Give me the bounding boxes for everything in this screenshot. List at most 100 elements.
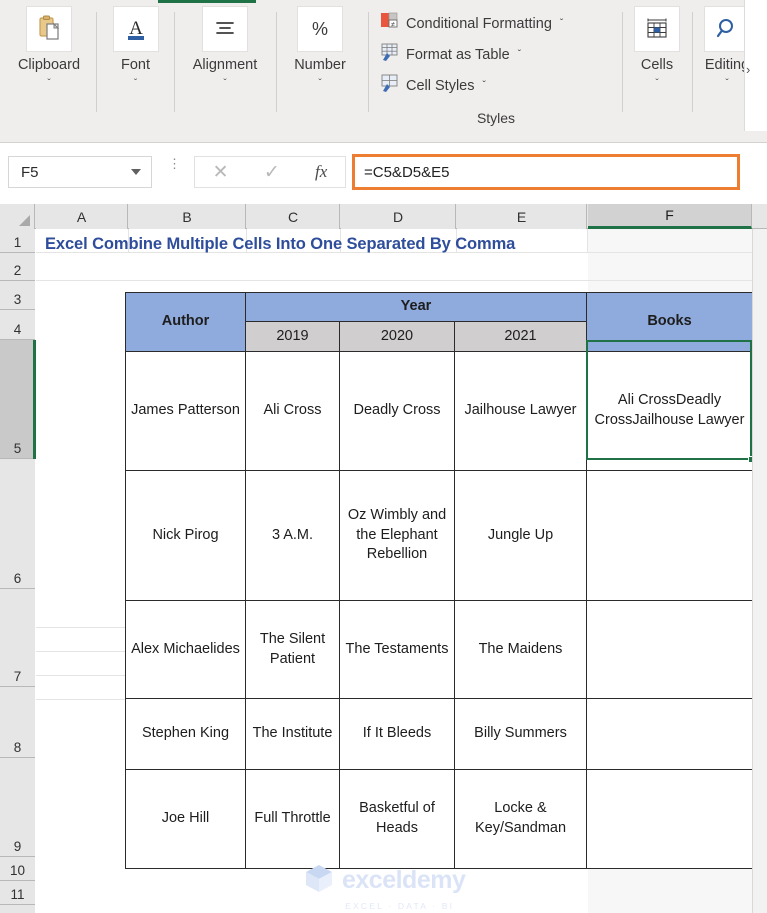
svg-text:%: % [312,19,328,39]
chevron-down-icon[interactable]: ˇ [560,18,563,29]
ribbon-expand-icon[interactable]: › [746,62,750,77]
table-row[interactable]: James Patterson Ali Cross Deadly Cross J… [125,351,753,471]
table-row[interactable]: Alex Michaelides The Silent Patient The … [125,600,753,699]
cell-author[interactable]: James Patterson [125,351,246,471]
cell-2020[interactable]: Basketful of Heads [339,769,455,869]
row-header-3[interactable]: 3 [0,281,35,310]
group-divider [174,12,175,112]
formula-bar-handle[interactable]: ⋮ [168,157,181,170]
chevron-down-icon[interactable]: ˇ [318,78,321,89]
cell-books[interactable] [586,470,753,601]
chevron-down-icon[interactable]: ˇ [518,49,521,60]
name-box[interactable]: F5 [8,156,152,188]
clipboard-icon[interactable] [26,6,72,52]
ribbon-group-clipboard[interactable]: Clipboard ˇ [10,6,88,128]
svg-text:A: A [129,18,143,39]
ribbon-group-number[interactable]: % Number ˇ [284,6,356,128]
percent-icon[interactable]: % [297,6,343,52]
row-header-7[interactable]: 7 [0,589,35,687]
exceldemy-wordmark: exceldemy [342,866,466,894]
formula-input[interactable]: =C5&D5&E5 [352,154,740,190]
cell-2019[interactable]: Full Throttle [245,769,340,869]
group-divider [622,12,623,112]
table-row[interactable]: Joe Hill Full Throttle Basketful of Head… [125,769,753,869]
table-row[interactable]: Stephen King The Institute If It Bleeds … [125,698,753,770]
format-as-table-button[interactable]: Format as Table ˇ [380,39,612,70]
column-header-a[interactable]: A [36,204,128,229]
chevron-down-icon[interactable]: ˇ [483,80,486,91]
ribbon-group-cells[interactable]: Cells ˇ [630,6,684,128]
row-header-5[interactable]: 5 [0,340,35,459]
column-header-e[interactable]: E [457,204,587,229]
chevron-down-icon[interactable]: ˇ [47,78,50,89]
cancel-formula-icon[interactable]: ✕ [213,161,229,184]
row-header-9[interactable]: 9 [0,758,35,857]
cell-books-f5[interactable]: Ali CrossDeadly CrossJailhouse Lawyer [586,351,753,471]
cell-2021[interactable]: Billy Summers [454,698,587,770]
chevron-down-icon[interactable]: ˇ [223,78,226,89]
header-2020: 2020 [339,321,455,352]
cell-author[interactable]: Stephen King [125,698,246,770]
ribbon-group-alignment[interactable]: Alignment ˇ [184,6,266,128]
header-books: Books [586,292,753,352]
cell-author[interactable]: Joe Hill [125,769,246,869]
column-header-bar: A B C D E F [0,204,767,229]
column-header-d[interactable]: D [341,204,456,229]
cell-2021[interactable]: Locke & Key/Sandman [454,769,587,869]
cell-2019[interactable]: The Institute [245,698,340,770]
table-row[interactable]: Nick Pirog 3 A.M. Oz Wimbly and the Elep… [125,470,753,601]
conditional-formatting-button[interactable]: ≠ Conditional Formatting ˇ [380,8,612,39]
row-header-4[interactable]: 4 [0,310,35,340]
cell-2021[interactable]: Jailhouse Lawyer [454,351,587,471]
font-letter-a-icon[interactable]: A [112,6,159,52]
row-header-12[interactable]: 12 [0,905,35,913]
cell-styles-button[interactable]: Cell Styles ˇ [380,70,612,101]
row-header-1[interactable]: 1 [0,229,35,253]
row-header-2[interactable]: 2 [0,253,35,281]
column-header-b[interactable]: B [129,204,246,229]
books-table: Author Year Books 2019 2020 2021 James P… [125,292,753,869]
cells-table-icon[interactable] [634,6,680,52]
chevron-down-icon[interactable]: ˇ [725,78,728,89]
ribbon-group-label: Cells [640,57,674,73]
cell-author[interactable]: Alex Michaelides [125,600,246,699]
column-header-f[interactable]: F [588,204,752,229]
chevron-down-icon[interactable] [131,169,141,175]
conditional-formatting-label: Conditional Formatting [406,15,552,32]
cell-2020[interactable]: Deadly Cross [339,351,455,471]
ribbon-group-label: Font [120,57,150,73]
cell-2019[interactable]: The Silent Patient [245,600,340,699]
cell-2020[interactable]: Oz Wimbly and the Elephant Rebellion [339,470,455,601]
worksheet-grid[interactable]: Excel Combine Multiple Cells Into One Se… [36,229,755,913]
align-lines-icon[interactable] [202,6,248,52]
cell-books[interactable] [586,600,753,699]
cell-books[interactable] [586,769,753,869]
column-header-c[interactable]: C [247,204,340,229]
chevron-down-icon[interactable]: ˇ [655,78,658,89]
select-all-button[interactable] [0,204,35,229]
cell-2019[interactable]: Ali Cross [245,351,340,471]
enter-formula-icon[interactable]: ✓ [264,161,280,184]
cell-author[interactable]: Nick Pirog [125,470,246,601]
cell-2020[interactable]: If It Bleeds [339,698,455,770]
cell-styles-label: Cell Styles [406,77,475,94]
format-as-table-icon [380,42,400,67]
cell-2019[interactable]: 3 A.M. [245,470,340,601]
insert-function-icon[interactable]: fx [315,162,327,182]
group-divider [692,12,693,112]
row-header-6[interactable]: 6 [0,459,35,589]
group-divider [368,12,369,112]
row-header-10[interactable]: 10 [0,857,35,881]
cell-2020[interactable]: The Testaments [339,600,455,699]
format-as-table-label: Format as Table [406,46,510,63]
cell-2021[interactable]: Jungle Up [454,470,587,601]
ribbon-group-font[interactable]: A Font ˇ [108,6,163,128]
formula-bar: F5 ⋮ ✕ ✓ fx =C5&D5&E5 [0,143,767,203]
ribbon-group-label: Number [294,57,346,73]
chevron-down-icon[interactable]: ˇ [134,78,137,89]
row-header-8[interactable]: 8 [0,687,35,758]
row-header-11[interactable]: 11 [0,881,35,905]
cell-books[interactable] [586,698,753,770]
cell-2021[interactable]: The Maidens [454,600,587,699]
select-all-triangle-icon [19,215,30,226]
